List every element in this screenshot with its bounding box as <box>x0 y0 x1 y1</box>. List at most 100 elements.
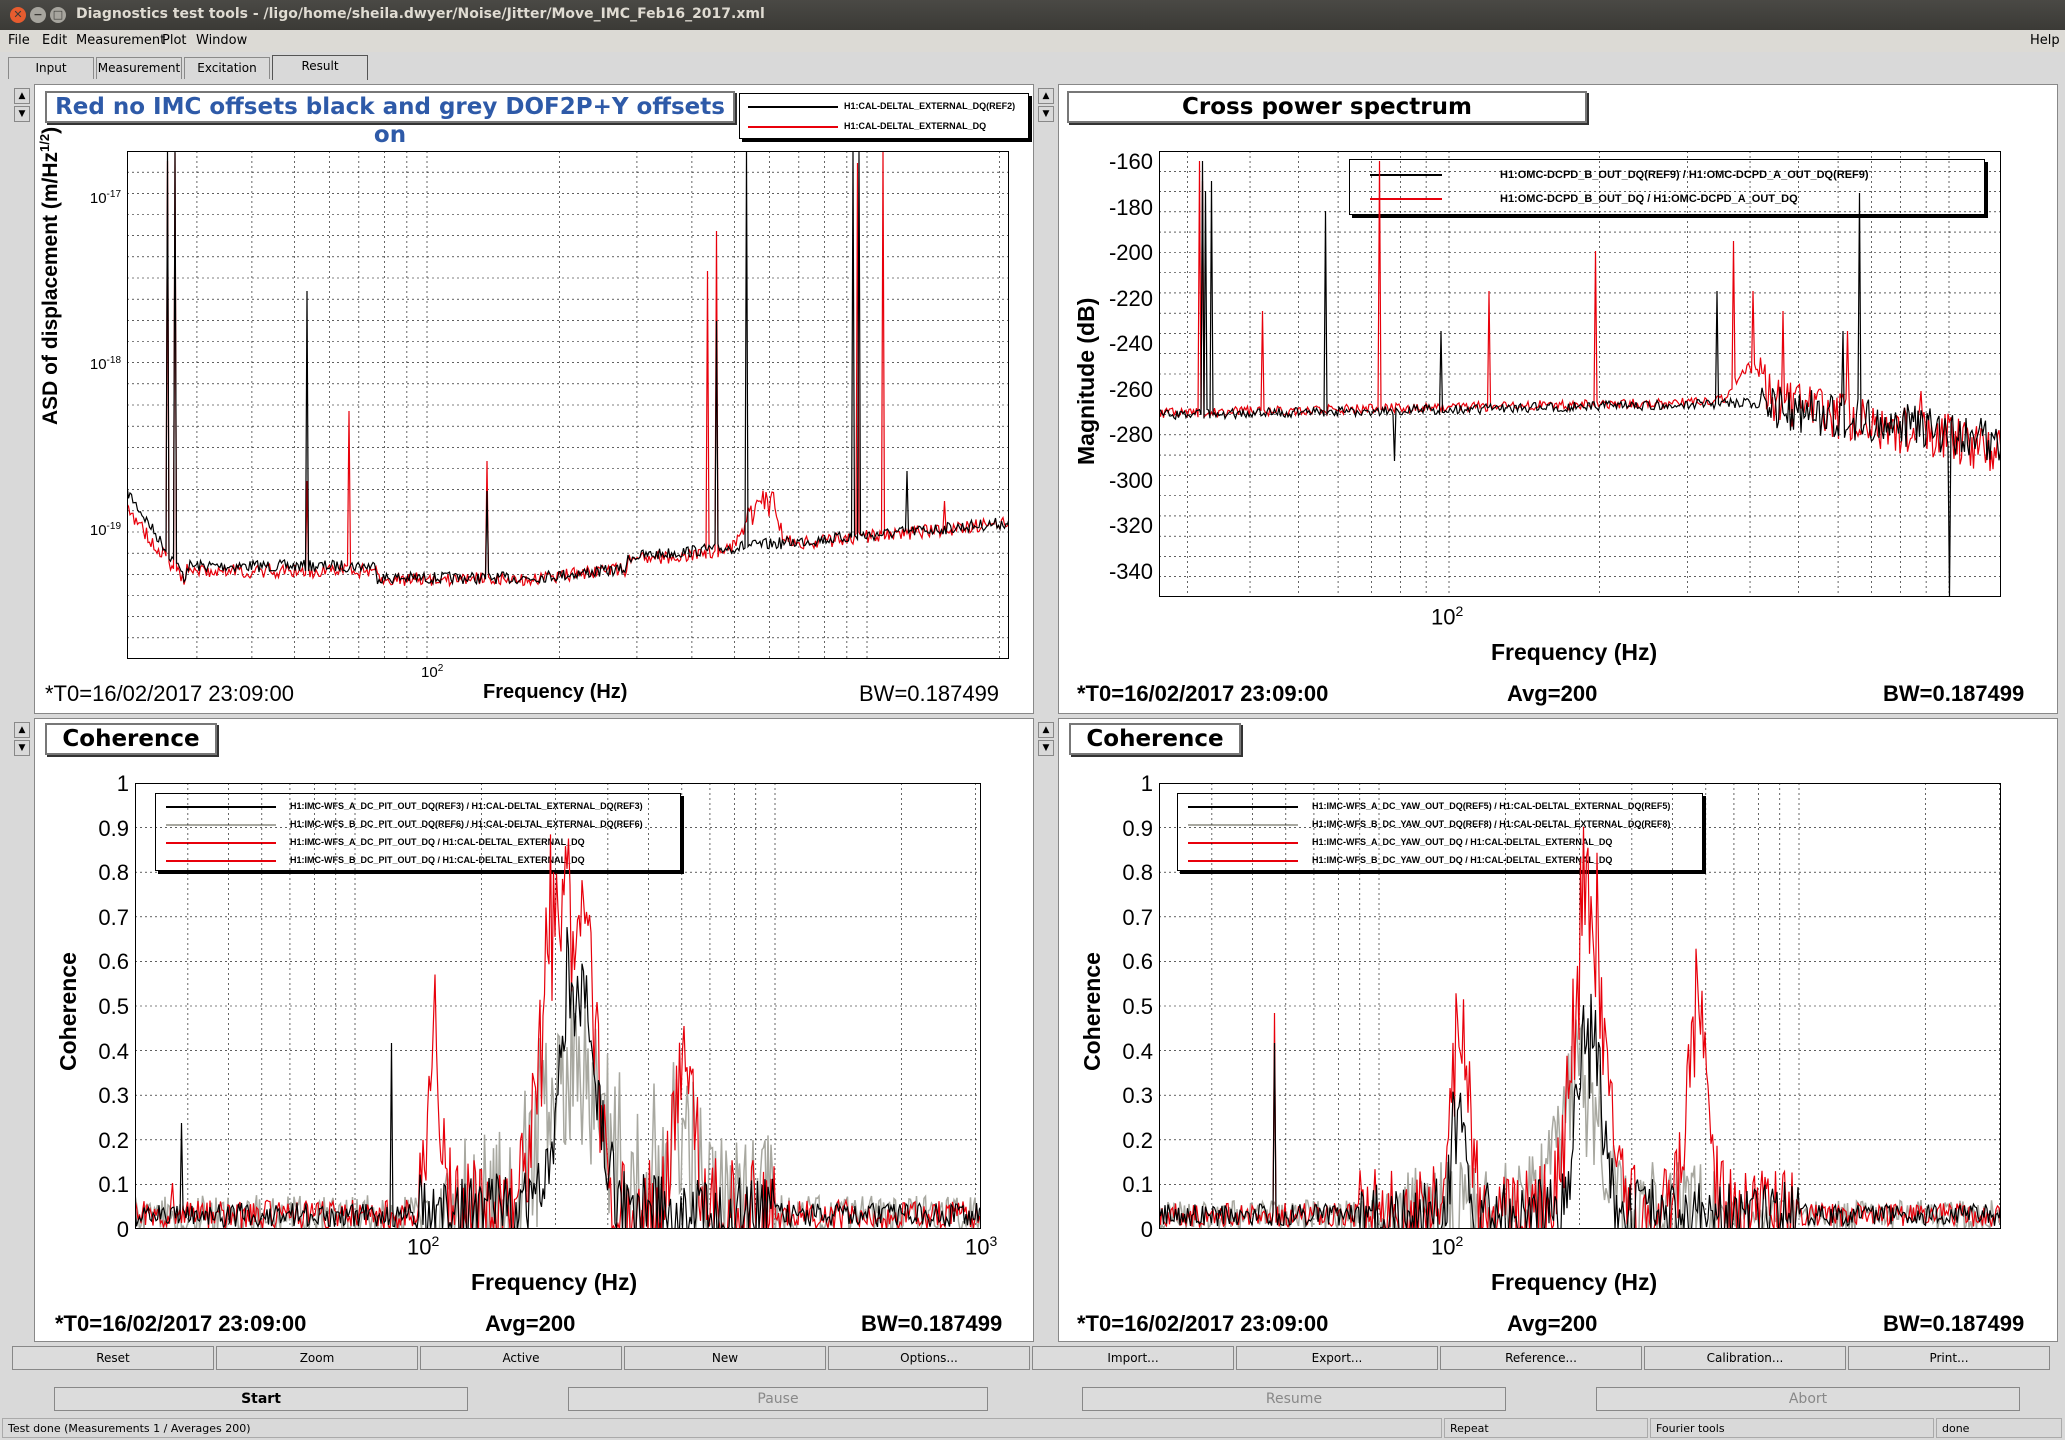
y-tick: 0.2 <box>1122 1127 1153 1153</box>
y-tick: 0.1 <box>98 1172 129 1198</box>
active-button[interactable]: Active <box>420 1346 622 1370</box>
y-tick: 0.8 <box>1122 860 1153 886</box>
y-tick: -340 <box>1108 558 1153 584</box>
y-tick: 0.2 <box>98 1127 129 1153</box>
resume-button[interactable]: Resume <box>1082 1387 1506 1411</box>
y-tick: -320 <box>1108 513 1153 538</box>
import-button[interactable]: Import... <box>1032 1346 1234 1370</box>
y-tick: 0 <box>1140 1217 1153 1242</box>
reset-button[interactable]: Reset <box>12 1346 214 1370</box>
panel-asd[interactable]: Red no IMC offsets black and grey DOF2P+… <box>34 84 1034 714</box>
legend-swatch-black <box>748 106 838 108</box>
y-tick: 0.3 <box>1122 1083 1153 1109</box>
t0-label: *T0=16/02/2017 23:09:00 <box>1077 681 1329 706</box>
panel-down-arrow-icon[interactable]: ▼ <box>14 740 30 756</box>
x-tick: 102 <box>407 1233 440 1260</box>
coherence-pit-plot-area[interactable] <box>135 783 981 1229</box>
avg-label: Avg=200 <box>1507 681 1598 706</box>
status-text: Test done (Measurements 1 / Averages 200… <box>2 1418 1442 1438</box>
minimize-icon[interactable]: − <box>30 7 46 23</box>
y-tick: 1 <box>116 771 129 796</box>
y-tick: -160 <box>1108 149 1153 174</box>
window-titlebar: ✕ − □ Diagnostics test tools - /ligo/hom… <box>0 0 2065 30</box>
status-fourier: Fourier tools <box>1650 1418 1934 1438</box>
y-tick: 10-19 <box>89 521 121 539</box>
y-tick: 10-17 <box>89 189 121 207</box>
reference-button[interactable]: Reference... <box>1440 1346 1642 1370</box>
status-bar: Test done (Measurements 1 / Averages 200… <box>0 1416 2065 1440</box>
y-axis-label: Coherence <box>1079 952 1105 1071</box>
export-button[interactable]: Export... <box>1236 1346 1438 1370</box>
coherence-yaw-plot-area[interactable] <box>1159 783 2001 1229</box>
menu-help[interactable]: Help <box>2030 33 2060 48</box>
options-button[interactable]: Options... <box>828 1346 1030 1370</box>
tab-result[interactable]: Result <box>272 55 368 80</box>
t0-label: *T0=16/02/2017 23:09:00 <box>55 1311 307 1336</box>
maximize-icon[interactable]: □ <box>50 7 66 23</box>
tab-strip: Input Measurement Excitation Result <box>0 52 2065 82</box>
window-title: Diagnostics test tools - /ligo/home/shei… <box>76 6 765 22</box>
avg-label: Avg=200 <box>485 1311 576 1336</box>
tab-excitation[interactable]: Excitation <box>184 57 270 79</box>
panel-down-arrow-icon[interactable]: ▼ <box>1038 106 1054 122</box>
menu-measurement[interactable]: Measurement <box>76 33 165 48</box>
abort-button[interactable]: Abort <box>1596 1387 2020 1411</box>
plot-control-bar: Reset Zoom Active New Options... Import.… <box>8 1346 2058 1370</box>
avg-label: Avg=200 <box>1507 1311 1598 1336</box>
t0-label: *T0=16/02/2017 23:09:00 <box>45 681 294 706</box>
legend: H1:CAL-DELTAL_EXTERNAL_DQ(REF2) H1:CAL-D… <box>739 93 1029 139</box>
menu-edit[interactable]: Edit <box>42 33 67 48</box>
panel-cross-power[interactable]: Cross power spectrum H1:OMC-DCPD_B_OUT_D… <box>1058 84 2058 714</box>
legend-swatch-red <box>748 126 838 128</box>
cross-power-plot-area[interactable] <box>1159 151 2001 597</box>
legend-entry: H1:CAL-DELTAL_EXTERNAL_DQ <box>844 121 987 131</box>
panel-coherence-yaw[interactable]: Coherence H1:IMC-WFS_A_DC_YAW_OUT_DQ(REF… <box>1058 718 2058 1342</box>
y-tick: 0.8 <box>98 860 129 886</box>
y-tick: 0.3 <box>98 1083 129 1109</box>
asd-plot-area[interactable] <box>127 151 1009 659</box>
y-tick: -300 <box>1108 467 1153 493</box>
y-tick: 0.7 <box>98 904 129 930</box>
pause-button[interactable]: Pause <box>568 1387 988 1411</box>
bw-label: BW=0.187499 <box>1883 1311 2025 1336</box>
print-button[interactable]: Print... <box>1848 1346 2050 1370</box>
menu-file[interactable]: File <box>8 33 30 48</box>
y-axis-label: ASD of displacement (m/Hz1/2) <box>37 126 62 425</box>
t0-label: *T0=16/02/2017 23:09:00 <box>1077 1311 1329 1336</box>
start-button[interactable]: Start <box>54 1387 468 1411</box>
panel-coherence-pit[interactable]: Coherence H1:IMC-WFS_A_DC_PIT_OUT_DQ(REF… <box>34 718 1034 1342</box>
new-button[interactable]: New <box>624 1346 826 1370</box>
y-tick: -200 <box>1108 240 1153 265</box>
panel-title: Coherence <box>45 723 217 755</box>
y-axis-label: Magnitude (dB) <box>1073 297 1099 465</box>
y-tick: 0.9 <box>1122 815 1153 841</box>
menu-plot[interactable]: Plot <box>162 33 187 48</box>
panel-up-arrow-icon[interactable]: ▲ <box>14 88 30 104</box>
close-icon[interactable]: ✕ <box>10 7 26 23</box>
y-tick: -240 <box>1108 331 1153 356</box>
y-tick: -180 <box>1108 194 1153 220</box>
bw-label: BW=0.187499 <box>1883 681 2025 706</box>
panel-down-arrow-icon[interactable]: ▼ <box>14 106 30 122</box>
x-axis-label: Frequency (Hz) <box>1491 639 1658 665</box>
tab-input[interactable]: Input <box>8 57 94 79</box>
x-tick: 102 <box>1431 1233 1464 1260</box>
panel-up-arrow-icon[interactable]: ▲ <box>14 722 30 738</box>
x-axis-label: Frequency (Hz) <box>1491 1269 1658 1295</box>
x-tick: 103 <box>965 1233 998 1260</box>
y-tick: 0.9 <box>98 815 129 841</box>
calibration-button[interactable]: Calibration... <box>1644 1346 1846 1370</box>
y-tick: -280 <box>1108 422 1153 447</box>
panel-title: Red no IMC offsets black and grey DOF2P+… <box>45 91 735 148</box>
panel-down-arrow-icon[interactable]: ▼ <box>1038 740 1054 756</box>
x-axis-label: Frequency (Hz) <box>471 1269 638 1295</box>
tab-measurement[interactable]: Measurement <box>96 57 182 79</box>
zoom-button[interactable]: Zoom <box>216 1346 418 1370</box>
panel-up-arrow-icon[interactable]: ▲ <box>1038 722 1054 738</box>
bw-label: BW=0.187499 <box>861 1311 1003 1336</box>
panel-up-arrow-icon[interactable]: ▲ <box>1038 88 1054 104</box>
panel-title: Cross power spectrum <box>1067 91 1587 123</box>
y-tick: 10-18 <box>89 355 121 373</box>
menu-window[interactable]: Window <box>196 33 247 48</box>
x-tick: 102 <box>421 663 444 681</box>
